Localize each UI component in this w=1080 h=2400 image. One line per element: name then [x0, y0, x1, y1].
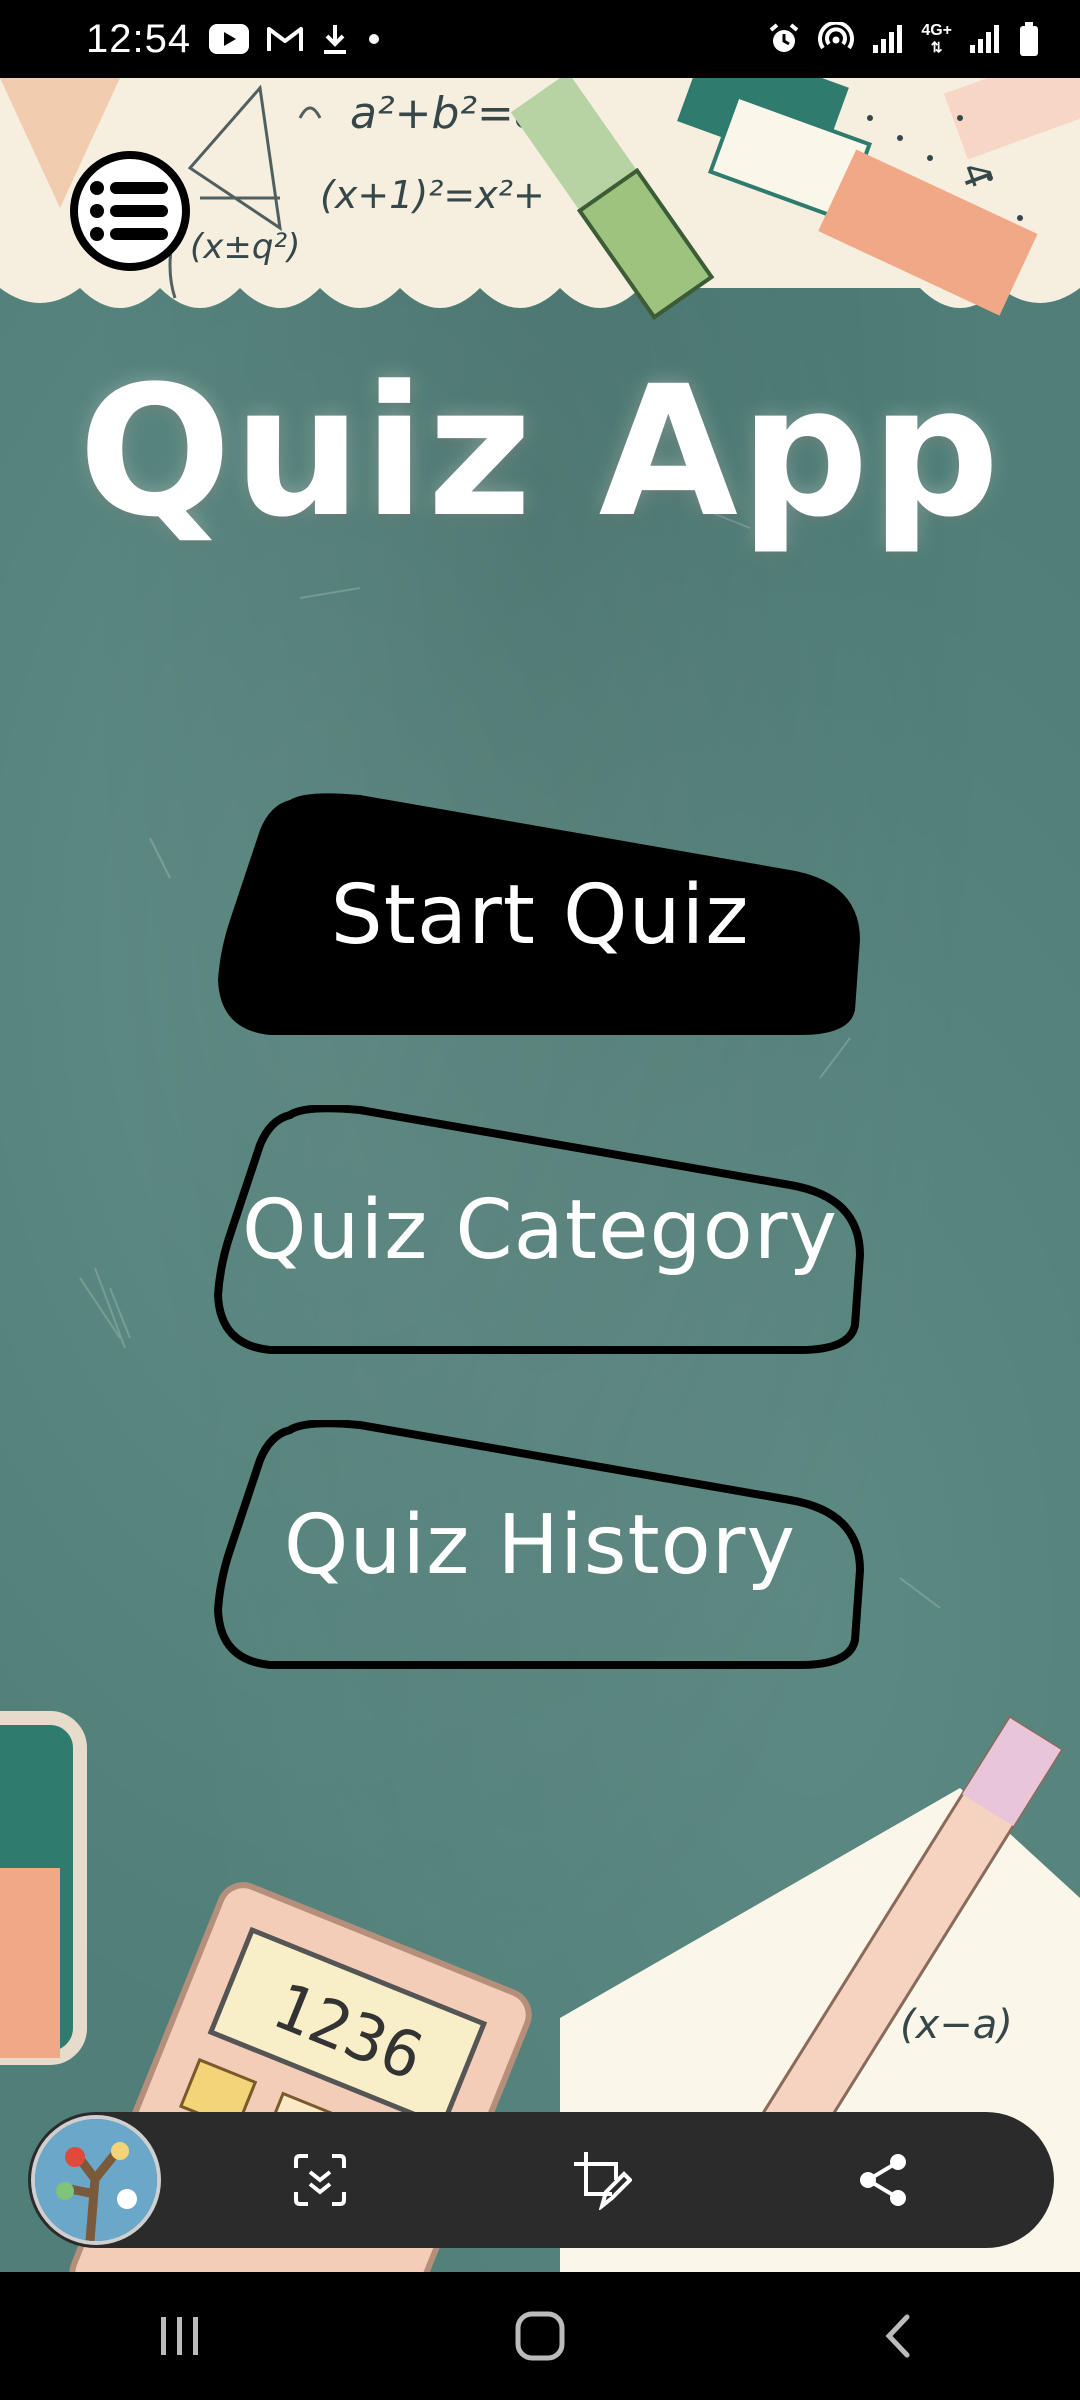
dot-icon	[367, 32, 381, 46]
battery-icon	[1018, 21, 1040, 57]
home-icon	[515, 2311, 565, 2361]
alarm-icon	[767, 22, 801, 56]
recents-button[interactable]	[120, 2291, 240, 2381]
signal-icon	[871, 23, 905, 55]
status-time: 12:54	[86, 16, 192, 61]
recents-icon	[161, 2317, 198, 2355]
quiz-history-label: Quiz History	[283, 1497, 797, 1593]
menu-button[interactable]	[70, 151, 190, 271]
quiz-category-button[interactable]: Quiz Category	[210, 1105, 870, 1355]
quiz-home-screen: a²+b²=c² (x+1)²=x²+ (x±q²) 4 (x−a) 1236 …	[0, 78, 1080, 2272]
system-icons: 4G+ ⇅	[767, 21, 1040, 57]
share-icon[interactable]	[854, 2150, 914, 2210]
quiz-category-label: Quiz Category	[242, 1182, 838, 1278]
network-type-label: 4G+	[921, 22, 952, 39]
status-bar: 12:54 4G+ ⇅	[0, 0, 1080, 78]
screenshot-thumbnail[interactable]	[31, 2115, 161, 2245]
back-icon	[885, 2314, 910, 2358]
start-quiz-button[interactable]: Start Quiz	[210, 790, 870, 1040]
start-quiz-label: Start Quiz	[330, 867, 750, 963]
back-button[interactable]	[840, 2291, 960, 2381]
youtube-icon	[209, 24, 250, 54]
screenshot-toolbar	[28, 2112, 1054, 2248]
navigation-bar	[0, 2272, 1080, 2400]
app-title: Quiz App	[78, 348, 1002, 557]
svg-text:(x−a): (x−a)	[900, 2002, 1013, 2048]
notification-icons	[209, 23, 381, 55]
hotspot-icon	[817, 22, 855, 56]
gmail-icon	[267, 25, 304, 53]
quiz-history-button[interactable]: Quiz History	[210, 1420, 870, 1670]
svg-text:(x±q²): (x±q²)	[190, 227, 300, 267]
signal-icon	[968, 23, 1002, 55]
4g-icon: 4G+ ⇅	[921, 22, 952, 56]
svg-text:(x+1)²=x²+: (x+1)²=x²+	[320, 173, 545, 217]
edit-crop-icon[interactable]	[572, 2150, 632, 2210]
thumbnail-image	[35, 2119, 157, 2241]
download-icon	[321, 23, 349, 55]
home-button[interactable]	[480, 2291, 600, 2381]
list-menu-icon	[90, 181, 168, 241]
scroll-capture-icon[interactable]	[290, 2150, 350, 2210]
